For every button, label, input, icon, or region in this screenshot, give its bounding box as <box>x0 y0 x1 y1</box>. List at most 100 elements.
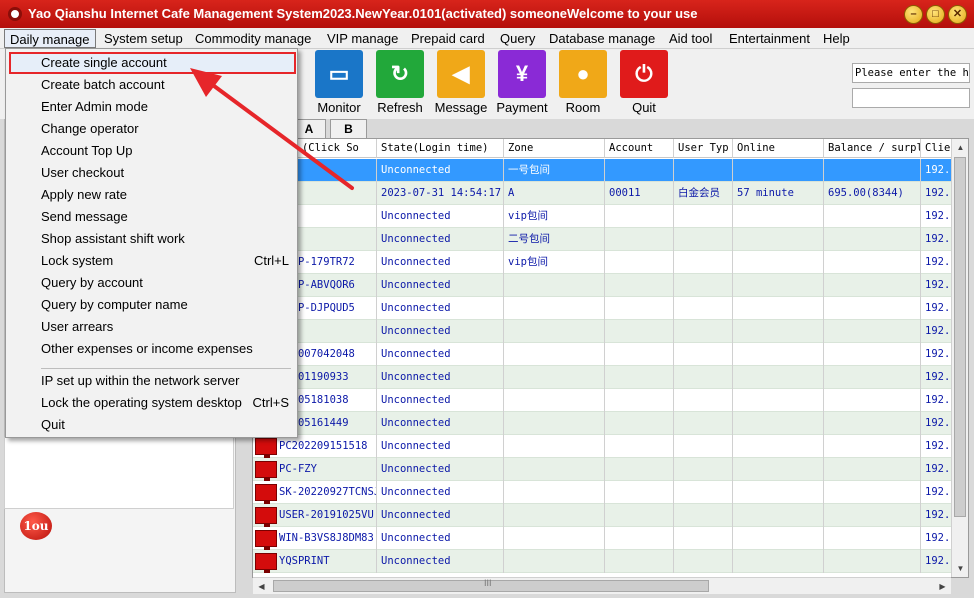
table-row[interactable]: 02205161449 Unconnected 192.1 <box>253 412 968 435</box>
payment-button[interactable]: ¥ Payment <box>491 49 553 117</box>
table-row[interactable]: SK-20220927TCNSJ Unconnected 192.1 <box>253 481 968 504</box>
cell-account <box>605 297 674 320</box>
scroll-right-icon[interactable]: ▶ <box>934 578 951 595</box>
col-online[interactable]: Online <box>733 139 824 158</box>
cell-zone <box>504 550 605 573</box>
col-user-type[interactable]: User Typ <box>674 139 733 158</box>
cell-state: Unconnected <box>377 228 504 251</box>
cell-user-type <box>674 251 733 274</box>
table-row[interactable]: KTOP-179TR72 Unconnected vip包间 192.1 <box>253 251 968 274</box>
menu-system-setup[interactable]: System setup <box>99 29 188 48</box>
menu-quit[interactable]: Quit <box>9 414 296 436</box>
vertical-scrollbar[interactable]: ▲ ▼ <box>951 139 968 577</box>
menu-help[interactable]: Help <box>818 29 855 48</box>
megaphone-icon: ◀ <box>437 50 485 98</box>
col-balance[interactable]: Balance / surpl <box>824 139 921 158</box>
menu-create-batch-account[interactable]: Create batch account <box>9 74 296 96</box>
menu-create-single-account[interactable]: Create single account <box>9 52 296 74</box>
table-row[interactable]: Unconnected 192.1 <box>253 320 968 343</box>
menu-database-manage[interactable]: Database manage <box>544 29 660 48</box>
table-row[interactable]: WIN-B3VS8J8DM83 Unconnected 192.1 <box>253 527 968 550</box>
cell-balance <box>824 343 921 366</box>
quit-button[interactable]: ⏻ Quit <box>613 49 675 117</box>
minimize-icon[interactable]: – <box>904 5 923 24</box>
table-row[interactable]: ELL2023-07-31 14:54:17A00011白金会员57 minut… <box>253 182 968 205</box>
horizontal-scroll-thumb[interactable]: III <box>273 578 709 592</box>
col-state[interactable]: State(Login time) <box>377 139 504 158</box>
cell-user-type <box>674 297 733 320</box>
col-zone[interactable]: Zone <box>504 139 605 158</box>
menu-send-message[interactable]: Send message <box>9 206 296 228</box>
table-row[interactable]: YQSPRINT Unconnected 192.1 <box>253 550 968 573</box>
menu-query[interactable]: Query <box>495 29 540 48</box>
room-button[interactable]: ● Room <box>552 49 614 117</box>
cell-user-type <box>674 228 733 251</box>
item-label: User checkout <box>41 165 125 180</box>
table-row[interactable]: PC202209151518 Unconnected 192.1 <box>253 435 968 458</box>
cell-account <box>605 343 674 366</box>
menu-lock-desktop[interactable]: Lock the operating system desktop Ctrl+S <box>9 392 296 414</box>
scroll-down-icon[interactable]: ▼ <box>952 560 969 577</box>
item-label: IP set up within the network server <box>41 373 240 388</box>
cell-zone <box>504 320 605 343</box>
table-row[interactable]: Unconnected vip包间 192.1 <box>253 205 968 228</box>
cell-user-type <box>674 343 733 366</box>
table-row[interactable]: USER-20191025VU Unconnected 192.1 <box>253 504 968 527</box>
cell-state: Unconnected <box>377 458 504 481</box>
menu-aid-tool[interactable]: Aid tool <box>664 29 717 48</box>
cell-account <box>605 228 674 251</box>
table-header: me (Click So State(Login time) Zone Acco… <box>253 139 968 158</box>
cell-user-type <box>674 205 733 228</box>
cell-state: Unconnected <box>377 412 504 435</box>
message-button[interactable]: ◀ Message <box>430 49 492 117</box>
menu-apply-new-rate[interactable]: Apply new rate <box>9 184 296 206</box>
search-hint: Please enter the he <box>852 63 970 83</box>
cell-zone: 一号包间 <box>504 159 605 182</box>
cell-account <box>605 550 674 573</box>
menu-account-top-up[interactable]: Account Top Up <box>9 140 296 162</box>
menu-user-arrears[interactable]: User arrears <box>9 316 296 338</box>
menu-commodity-manage[interactable]: Commodity manage <box>190 29 316 48</box>
item-label: Change operator <box>41 121 139 136</box>
menu-entertainment[interactable]: Entertainment <box>724 29 815 48</box>
menu-user-checkout[interactable]: User checkout <box>9 162 296 184</box>
tab-zone-b[interactable]: B <box>330 119 367 138</box>
table-row[interactable]: Unconnected 一号包间 192.1 <box>253 159 968 182</box>
menu-prepaid-card[interactable]: Prepaid card <box>406 29 490 48</box>
table-row[interactable]: 202007042048 Unconnected 192.1 <box>253 343 968 366</box>
menu-vip-manage[interactable]: VIP manage <box>322 29 403 48</box>
cell-balance <box>824 412 921 435</box>
menu-other-expenses[interactable]: Other expenses or income expenses <box>9 338 296 360</box>
menu-enter-admin-mode[interactable]: Enter Admin mode <box>9 96 296 118</box>
cell-user-type <box>674 412 733 435</box>
scroll-up-icon[interactable]: ▲ <box>952 139 969 156</box>
table-row[interactable]: KTOP-DJPQUD5 Unconnected 192.1 <box>253 297 968 320</box>
menu-ip-setup[interactable]: IP set up within the network server <box>9 370 296 392</box>
cell-balance <box>824 550 921 573</box>
cell-online <box>733 274 824 297</box>
horizontal-scrollbar[interactable]: ◀ III ▶ <box>253 577 951 594</box>
cell-zone <box>504 343 605 366</box>
scroll-left-icon[interactable]: ◀ <box>253 578 270 595</box>
table-row[interactable]: KTOP-ABVQOR6 Unconnected 192.1 <box>253 274 968 297</box>
menu-change-operator[interactable]: Change operator <box>9 118 296 140</box>
maximize-icon[interactable]: □ <box>926 5 945 24</box>
menu-lock-system[interactable]: Lock system Ctrl+L <box>9 250 296 272</box>
cell-online <box>733 320 824 343</box>
cell-state: Unconnected <box>377 205 504 228</box>
col-account[interactable]: Account <box>605 139 674 158</box>
vertical-scroll-thumb[interactable] <box>954 157 966 517</box>
table-row[interactable]: PC-FZY Unconnected 192.1 <box>253 458 968 481</box>
monitor-button[interactable]: ▭ Monitor <box>308 49 370 117</box>
search-input[interactable] <box>852 88 970 108</box>
close-icon[interactable]: ✕ <box>948 5 967 24</box>
table-row[interactable]: 02105181038 Unconnected 192.1 <box>253 389 968 412</box>
cell-account <box>605 435 674 458</box>
table-row[interactable]: 02101190933 Unconnected 192.1 <box>253 366 968 389</box>
menu-shift-work[interactable]: Shop assistant shift work <box>9 228 296 250</box>
table-row[interactable]: -PCUnconnected二号包间192.1 <box>253 228 968 251</box>
menu-daily-manage[interactable]: Daily manage <box>4 29 96 48</box>
menu-query-by-computer-name[interactable]: Query by computer name <box>9 294 296 316</box>
menu-query-by-account[interactable]: Query by account <box>9 272 296 294</box>
refresh-button[interactable]: ↻ Refresh <box>369 49 431 117</box>
